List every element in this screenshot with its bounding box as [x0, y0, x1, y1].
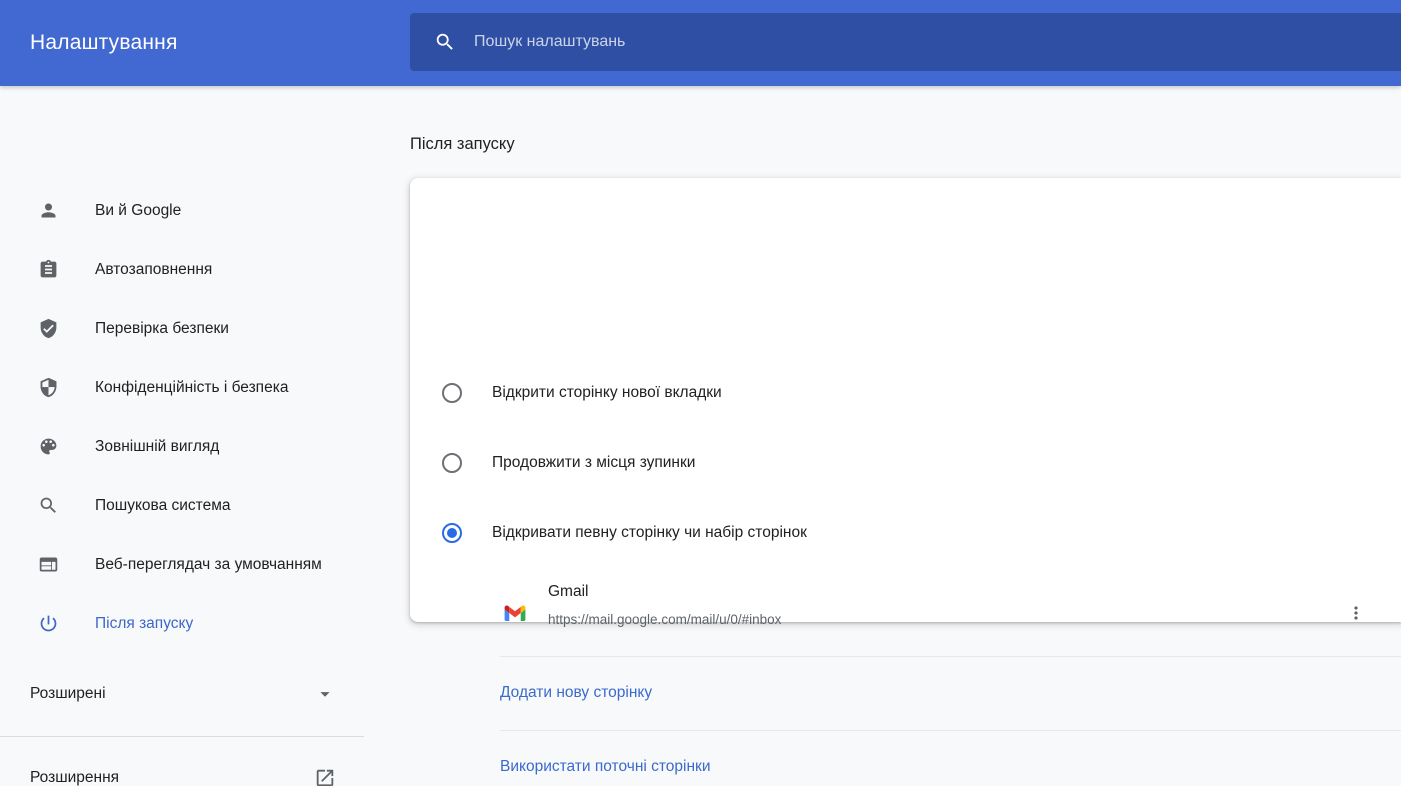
sidebar-item-label: Пошукова система	[95, 497, 231, 515]
advanced-label: Розширені	[30, 685, 106, 703]
chevron-down-icon	[314, 683, 336, 705]
radio-option-label: Відкривати певну сторінку чи набір сторі…	[492, 524, 807, 542]
settings-sidebar: Ви й Google Автозаповнення Перевірка без…	[0, 86, 364, 786]
sidebar-item-label: Ви й Google	[95, 202, 181, 220]
power-icon	[36, 612, 60, 636]
header-bar: Налаштування	[0, 0, 1401, 86]
sidebar-item-search-engine[interactable]: Пошукова система	[0, 476, 364, 535]
sidebar-item-label: Автозаповнення	[95, 261, 212, 279]
startup-page-row: Gmail https://mail.google.com/mail/u/0/#…	[410, 570, 1401, 656]
sidebar-divider	[0, 736, 364, 737]
sidebar-item-autofill[interactable]: Автозаповнення	[0, 240, 364, 299]
sidebar-item-privacy-security[interactable]: Конфіденційність і безпека	[0, 358, 364, 417]
extensions-label: Розширення	[30, 769, 119, 786]
use-current-pages-button[interactable]: Використати поточні сторінки	[410, 730, 1401, 786]
sidebar-item-label: Конфіденційність і безпека	[95, 379, 288, 397]
radio-button-icon[interactable]	[442, 383, 462, 403]
sidebar-item-label: Перевірка безпеки	[95, 320, 229, 338]
browser-window-icon	[36, 553, 60, 577]
search-icon	[434, 31, 456, 53]
chrome-settings-page: Налаштування Ви й Google Автозаповнення	[0, 0, 1401, 786]
radio-option-label: Відкрити сторінку нової вкладки	[492, 384, 722, 402]
sidebar-item-on-startup[interactable]: Після запуску	[0, 594, 364, 653]
section-title: Після запуску	[410, 135, 515, 154]
radio-button-icon[interactable]	[442, 453, 462, 473]
kebab-menu-icon[interactable]	[1338, 595, 1374, 631]
use-current-pages-label: Використати поточні сторінки	[500, 758, 711, 776]
sidebar-item-appearance[interactable]: Зовнішній вигляд	[0, 417, 364, 476]
sidebar-item-label: Зовнішній вигляд	[95, 438, 219, 456]
sidebar-item-label: Веб-переглядач за умовчанням	[95, 556, 322, 574]
radio-button-selected-icon[interactable]	[442, 523, 462, 543]
sidebar-item-default-browser[interactable]: Веб-переглядач за умовчанням	[0, 535, 364, 594]
radio-option-continue-where-left-off[interactable]: Продовжити з місця зупинки	[410, 428, 1401, 498]
radio-option-open-specific-pages[interactable]: Відкривати певну сторінку чи набір сторі…	[410, 498, 1401, 568]
radio-option-label: Продовжити з місця зупинки	[492, 454, 695, 472]
sidebar-item-extensions[interactable]: Розширення	[0, 748, 364, 786]
radio-option-open-new-tab[interactable]: Відкрити сторінку нової вкладки	[410, 358, 1401, 428]
shield-quadrants-icon	[36, 376, 60, 400]
search-input[interactable]	[474, 33, 1401, 51]
add-new-page-label: Додати нову сторінку	[500, 684, 652, 702]
sidebar-item-safety-check[interactable]: Перевірка безпеки	[0, 299, 364, 358]
sidebar-advanced-toggle[interactable]: Розширені	[0, 664, 364, 723]
page-title: Налаштування	[30, 0, 178, 86]
palette-icon	[36, 435, 60, 459]
startup-page-url: https://mail.google.com/mail/u/0/#inbox	[548, 612, 781, 627]
gmail-logo-icon	[503, 601, 527, 625]
person-icon	[36, 199, 60, 223]
open-in-new-icon	[314, 767, 336, 786]
search-icon	[36, 494, 60, 518]
shield-check-icon	[36, 317, 60, 341]
sidebar-item-label: Після запуску	[95, 615, 193, 633]
settings-search-box[interactable]	[410, 13, 1401, 71]
startup-page-name: Gmail	[548, 583, 588, 601]
sidebar-item-you-and-google[interactable]: Ви й Google	[0, 181, 364, 240]
clipboard-icon	[36, 258, 60, 282]
on-startup-card: Відкрити сторінку нової вкладки Продовжи…	[410, 178, 1401, 622]
add-new-page-button[interactable]: Додати нову сторінку	[410, 656, 1401, 730]
